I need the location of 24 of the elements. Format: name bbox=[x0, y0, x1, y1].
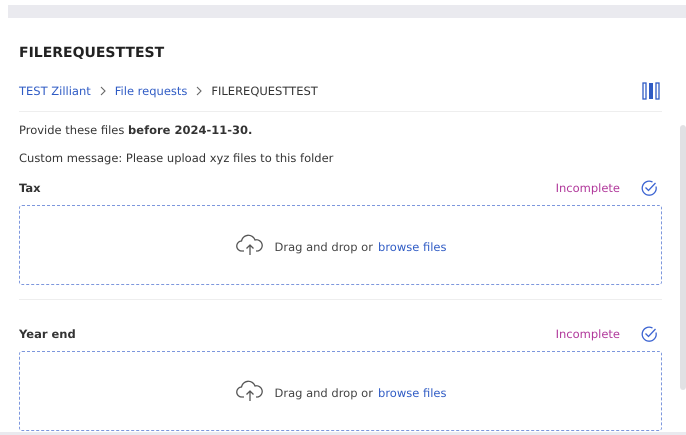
request-name: Year end bbox=[19, 327, 77, 341]
request-name: Tax bbox=[19, 181, 42, 195]
check-circle-icon[interactable] bbox=[640, 179, 658, 197]
browse-files-link[interactable]: browse files bbox=[378, 240, 446, 254]
chevron-right-icon bbox=[195, 86, 204, 96]
dropzone-text: Drag and drop or bbox=[274, 386, 373, 400]
current-page-label: FILEREQUESTTEST bbox=[211, 84, 318, 98]
breadcrumb-link[interactable]: File requests bbox=[114, 84, 188, 98]
browse-files-link[interactable]: browse files bbox=[378, 386, 446, 400]
status-label: Incomplete bbox=[556, 181, 620, 195]
check-circle-icon[interactable] bbox=[640, 325, 658, 343]
cloud-upload-icon bbox=[234, 233, 265, 257]
deadline-text: Provide these files before 2024-11-30. bbox=[19, 122, 254, 138]
page-title: FILEREQUESTTEST bbox=[19, 45, 166, 63]
breadcrumb-link[interactable]: TEST Zilliant bbox=[19, 84, 91, 98]
columns-icon[interactable] bbox=[642, 82, 660, 100]
status-label: Incomplete bbox=[556, 327, 620, 341]
file-dropzone[interactable]: Drag and drop or browse files bbox=[19, 351, 662, 431]
file-dropzone[interactable]: Drag and drop or browse files bbox=[19, 205, 662, 285]
cloud-upload-icon bbox=[234, 379, 265, 403]
custom-message: Custom message: Please upload xyz files to this folder bbox=[19, 150, 334, 166]
dropzone-text: Drag and drop or bbox=[274, 240, 373, 254]
chevron-right-icon bbox=[98, 86, 107, 96]
scrollbar[interactable] bbox=[680, 125, 686, 390]
